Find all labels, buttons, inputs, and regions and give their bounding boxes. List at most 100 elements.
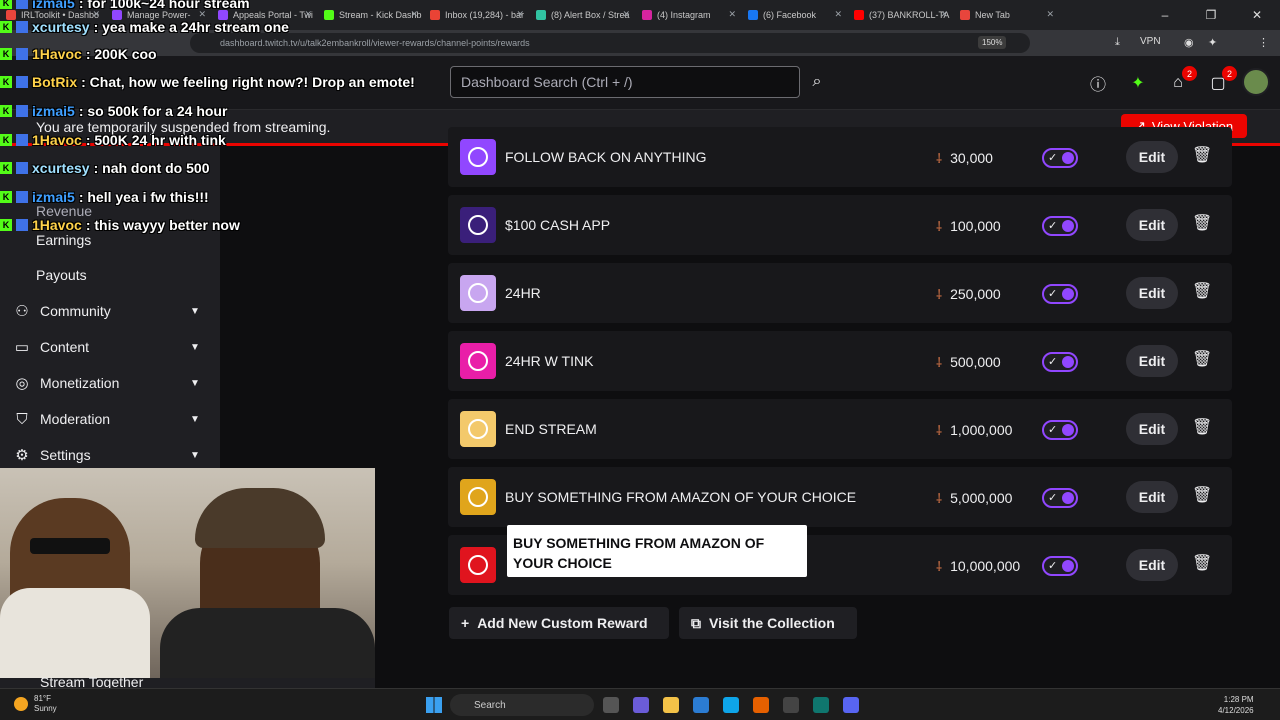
tab-label: (37) BANKROLL-TA <box>869 10 950 20</box>
inbox-icon[interactable]: ⌂ 2 <box>1167 66 1197 94</box>
edit-button[interactable]: Edit <box>1126 345 1178 377</box>
maximize-icon[interactable]: ❐ <box>1188 0 1234 30</box>
tab-close-icon[interactable]: ✕ <box>92 9 100 20</box>
system-clock[interactable]: 1:28 PM 4/12/2026 <box>1218 694 1254 716</box>
tab-close-icon[interactable]: ✕ <box>834 9 842 20</box>
browser-tab[interactable]: (6) Facebook ✕ <box>742 0 848 30</box>
trash-icon[interactable]: 🗑 <box>1192 145 1212 165</box>
trash-icon[interactable]: 🗑 <box>1192 349 1212 369</box>
reward-enabled-toggle[interactable]: ✓ <box>1042 420 1078 440</box>
content-icon: ▭ <box>14 339 30 356</box>
outlook-icon[interactable] <box>693 697 709 713</box>
zoom-indicator[interactable]: 150% <box>978 36 1007 49</box>
tab-close-icon[interactable]: ✕ <box>198 9 206 20</box>
tab-close-icon[interactable]: ✕ <box>940 9 948 20</box>
tab-close-icon[interactable]: ✕ <box>728 9 736 20</box>
sidebar-item-monetization[interactable]: ◎ Monetization ▼ <box>0 368 220 398</box>
edge-icon[interactable] <box>723 697 739 713</box>
firefox-icon[interactable] <box>753 697 769 713</box>
whispers-icon[interactable]: ▢ 2 <box>1207 66 1237 94</box>
toggle-knob <box>1062 560 1074 572</box>
browser-tab[interactable]: IRLToolkit • Dashbo ✕ <box>0 0 106 30</box>
browser-tab[interactable]: Appeals Portal - Twi ✕ <box>212 0 318 30</box>
reward-enabled-toggle[interactable]: ✓ <box>1042 352 1078 372</box>
minimize-icon[interactable]: – <box>1142 0 1188 30</box>
taskbar-search[interactable]: Search <box>450 694 594 716</box>
tab-close-icon[interactable]: ✕ <box>1046 9 1054 20</box>
download-icon[interactable]: ⤓ <box>1115 36 1120 49</box>
sidebar-item-content[interactable]: ▭ Content ▼ <box>0 332 220 362</box>
sidebar-item-community[interactable]: ⚇ Community ▼ <box>0 296 220 326</box>
community-icon: ⚇ <box>15 303 29 320</box>
browser-tab[interactable]: Inbox (19,284) - bar ✕ <box>424 0 530 30</box>
sidebar-item-payouts[interactable]: Payouts <box>36 267 87 283</box>
copilot-icon[interactable] <box>633 697 649 713</box>
tab-close-icon[interactable]: ✕ <box>516 9 524 20</box>
check-icon: ✓ <box>1048 356 1058 368</box>
trash-icon[interactable]: 🗑 <box>1192 485 1212 505</box>
dashboard-search-input[interactable]: Dashboard Search (Ctrl + /) <box>450 66 800 98</box>
toggle-knob <box>1062 492 1074 504</box>
vpn-button[interactable]: VPN <box>1140 36 1161 47</box>
profile-icon[interactable]: ◉ <box>1184 36 1194 49</box>
tab-close-icon[interactable]: ✕ <box>622 9 630 20</box>
edit-button[interactable]: Edit <box>1126 209 1178 241</box>
check-icon: ✓ <box>1048 492 1058 504</box>
windows-start-icon[interactable] <box>426 697 442 713</box>
reward-title: END STREAM <box>505 421 597 437</box>
tab-favicon-icon <box>854 10 864 20</box>
reward-enabled-toggle[interactable]: ✓ <box>1042 488 1078 508</box>
extensions-icon[interactable]: ✦ <box>1208 36 1217 49</box>
add-custom-reward-button[interactable]: + Add New Custom Reward <box>449 607 669 639</box>
leopard-hat <box>195 488 325 548</box>
visit-collection-button[interactable]: ⧉ Visit the Collection <box>679 607 857 639</box>
edit-button[interactable]: Edit <box>1126 549 1178 581</box>
url-field[interactable]: dashboard.twitch.tv/u/talk2embankroll/vi… <box>190 33 1030 53</box>
collection-icon: ⧉ <box>691 614 701 631</box>
tab-close-icon[interactable]: ✕ <box>304 9 312 20</box>
reward-enabled-toggle[interactable]: ✓ <box>1042 216 1078 236</box>
discord-icon[interactable] <box>843 697 859 713</box>
task-view-icon[interactable] <box>603 697 619 713</box>
tab-close-icon[interactable]: ✕ <box>410 9 418 20</box>
points-icon: ⸸ <box>936 219 943 234</box>
menu-icon[interactable]: ⋮ <box>1258 36 1269 49</box>
search-icon[interactable]: ⌕ <box>802 66 832 98</box>
suspension-message: You are temporarily suspended from strea… <box>36 119 331 135</box>
edit-button[interactable]: Edit <box>1126 413 1178 445</box>
sidebar-item-moderation[interactable]: ⛉ Moderation ▼ <box>0 404 220 434</box>
sidebar-label: Monetization <box>40 375 120 391</box>
sidebar-item-earnings[interactable]: Earnings <box>36 232 91 248</box>
edit-button[interactable]: Edit <box>1126 481 1178 513</box>
terminal-icon[interactable] <box>813 697 829 713</box>
sidebar-item-settings[interactable]: ⚙ Settings ▼ <box>0 440 220 470</box>
obs-icon[interactable] <box>783 697 799 713</box>
close-icon[interactable]: ✕ <box>1234 0 1280 30</box>
sparkle-icon[interactable]: ✦ <box>1127 72 1149 94</box>
browser-tab[interactable]: Stream - Kick Dashb ✕ <box>318 0 424 30</box>
points-icon: ⸸ <box>936 559 943 574</box>
reward-cost: ⸸ 30,000 <box>936 149 993 167</box>
help-icon[interactable]: ⓘ <box>1087 72 1109 94</box>
reward-title-tooltip: BUY SOMETHING FROM AMAZON OF YOUR CHOICE <box>507 525 807 577</box>
trash-icon[interactable]: 🗑 <box>1192 417 1212 437</box>
trash-icon[interactable]: 🗑 <box>1192 553 1212 573</box>
avatar[interactable] <box>1242 68 1270 96</box>
sidebar-item-revenue[interactable]: Revenue <box>36 203 92 219</box>
browser-tab[interactable]: (8) Alert Box / Strea ✕ <box>530 0 636 30</box>
browser-tab[interactable]: (4) Instagram ✕ <box>636 0 742 30</box>
reward-enabled-toggle[interactable]: ✓ <box>1042 556 1078 576</box>
file-explorer-icon[interactable] <box>663 697 679 713</box>
browser-tab[interactable]: Manage Power- ✕ <box>106 0 212 30</box>
dashboard-header: Dashboard Search (Ctrl + /) ⌕ ⓘ ✦ ⌂ 2 ▢ 2 <box>0 56 1280 110</box>
edit-button[interactable]: Edit <box>1126 277 1178 309</box>
weather-widget[interactable]: 81°F Sunny <box>14 694 57 714</box>
browser-tab[interactable]: (37) BANKROLL-TA ✕ <box>848 0 954 30</box>
edit-button[interactable]: Edit <box>1126 141 1178 173</box>
browser-tab[interactable]: New Tab ✕ <box>954 0 1060 30</box>
trash-icon[interactable]: 🗑 <box>1192 281 1212 301</box>
reward-enabled-toggle[interactable]: ✓ <box>1042 284 1078 304</box>
channel-points-icon <box>468 283 488 303</box>
trash-icon[interactable]: 🗑 <box>1192 213 1212 233</box>
reward-enabled-toggle[interactable]: ✓ <box>1042 148 1078 168</box>
